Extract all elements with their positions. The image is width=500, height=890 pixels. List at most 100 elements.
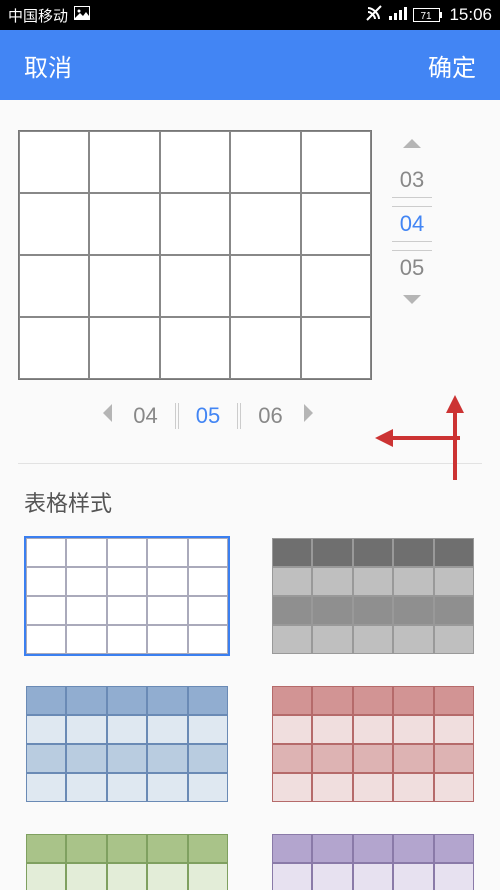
style-cell	[147, 744, 187, 773]
style-cell	[353, 567, 393, 596]
col-picker-prev[interactable]: 04	[116, 403, 176, 429]
style-cell	[66, 538, 106, 567]
row-picker-next[interactable]: 05	[392, 250, 432, 285]
style-cell	[107, 625, 147, 654]
preview-cell	[301, 255, 371, 317]
chevron-right-icon[interactable]	[302, 402, 316, 429]
style-cell	[107, 567, 147, 596]
col-picker-next[interactable]: 06	[240, 403, 300, 429]
style-cell	[353, 596, 393, 625]
style-purple[interactable]	[270, 832, 476, 890]
style-cell	[272, 567, 312, 596]
preview-cell	[160, 131, 230, 193]
style-cell	[26, 567, 66, 596]
preview-cell	[301, 131, 371, 193]
style-cell	[393, 596, 433, 625]
style-cell	[188, 686, 228, 715]
style-cell	[147, 773, 187, 802]
chevron-down-icon[interactable]	[401, 293, 423, 312]
table-preview	[18, 130, 372, 380]
preview-cell	[230, 193, 300, 255]
style-red[interactable]	[270, 684, 476, 804]
style-cell	[107, 538, 147, 567]
style-cell	[272, 625, 312, 654]
style-cell	[107, 686, 147, 715]
styles-grid	[18, 536, 482, 890]
style-cell	[353, 773, 393, 802]
style-cell	[66, 625, 106, 654]
battery-icon: 71	[413, 8, 443, 22]
style-cell	[147, 715, 187, 744]
dialog-header: 取消 确定	[0, 30, 500, 100]
style-white[interactable]	[24, 536, 230, 656]
style-cell	[312, 834, 352, 863]
style-blue[interactable]	[24, 684, 230, 804]
style-cell	[188, 744, 228, 773]
preview-cell	[89, 255, 159, 317]
style-cell	[26, 744, 66, 773]
style-cell	[393, 567, 433, 596]
styles-section-title: 表格样式	[18, 486, 482, 518]
style-cell	[147, 834, 187, 863]
style-cell	[107, 863, 147, 890]
preview-cell	[19, 131, 89, 193]
style-cell	[393, 715, 433, 744]
style-cell	[312, 744, 352, 773]
preview-cell	[19, 193, 89, 255]
style-cell	[272, 715, 312, 744]
style-cell	[107, 744, 147, 773]
style-cell	[434, 715, 474, 744]
style-cell	[393, 686, 433, 715]
style-cell	[272, 863, 312, 890]
status-bar: 中国移动 71 15:06	[0, 0, 500, 30]
preview-cell	[89, 131, 159, 193]
style-cell	[353, 834, 393, 863]
style-cell	[66, 773, 106, 802]
column-count-picker[interactable]: 04 05 06	[38, 402, 378, 429]
style-cell	[434, 625, 474, 654]
style-cell	[66, 596, 106, 625]
style-cell	[434, 567, 474, 596]
style-cell	[434, 538, 474, 567]
confirm-button[interactable]: 确定	[428, 48, 476, 83]
style-cell	[393, 625, 433, 654]
style-cell	[353, 863, 393, 890]
preview-cell	[301, 193, 371, 255]
style-cell	[107, 834, 147, 863]
style-cell	[147, 686, 187, 715]
style-cell	[434, 863, 474, 890]
style-cell	[434, 773, 474, 802]
style-cell	[353, 538, 393, 567]
style-cell	[272, 834, 312, 863]
style-cell	[107, 596, 147, 625]
style-cell	[312, 538, 352, 567]
style-cell	[434, 834, 474, 863]
style-cell	[393, 538, 433, 567]
preview-cell	[160, 193, 230, 255]
divider	[18, 463, 482, 464]
cancel-button[interactable]: 取消	[24, 48, 72, 83]
style-cell	[26, 538, 66, 567]
style-cell	[26, 863, 66, 890]
image-icon	[74, 6, 90, 24]
style-cell	[272, 686, 312, 715]
style-gray[interactable]	[270, 536, 476, 656]
row-picker-prev[interactable]: 03	[392, 163, 432, 198]
style-cell	[66, 744, 106, 773]
style-cell	[272, 773, 312, 802]
style-cell	[26, 773, 66, 802]
style-cell	[393, 834, 433, 863]
chevron-left-icon[interactable]	[100, 402, 114, 429]
signal-icon	[389, 6, 407, 24]
style-green[interactable]	[24, 832, 230, 890]
row-count-picker[interactable]: 03 04 05	[382, 130, 442, 312]
style-cell	[353, 625, 393, 654]
style-cell	[147, 625, 187, 654]
row-picker-selected[interactable]: 04	[392, 206, 432, 242]
style-cell	[66, 834, 106, 863]
style-cell	[66, 686, 106, 715]
style-cell	[393, 773, 433, 802]
col-picker-selected[interactable]: 05	[178, 403, 238, 429]
style-cell	[26, 686, 66, 715]
chevron-up-icon[interactable]	[401, 136, 423, 155]
